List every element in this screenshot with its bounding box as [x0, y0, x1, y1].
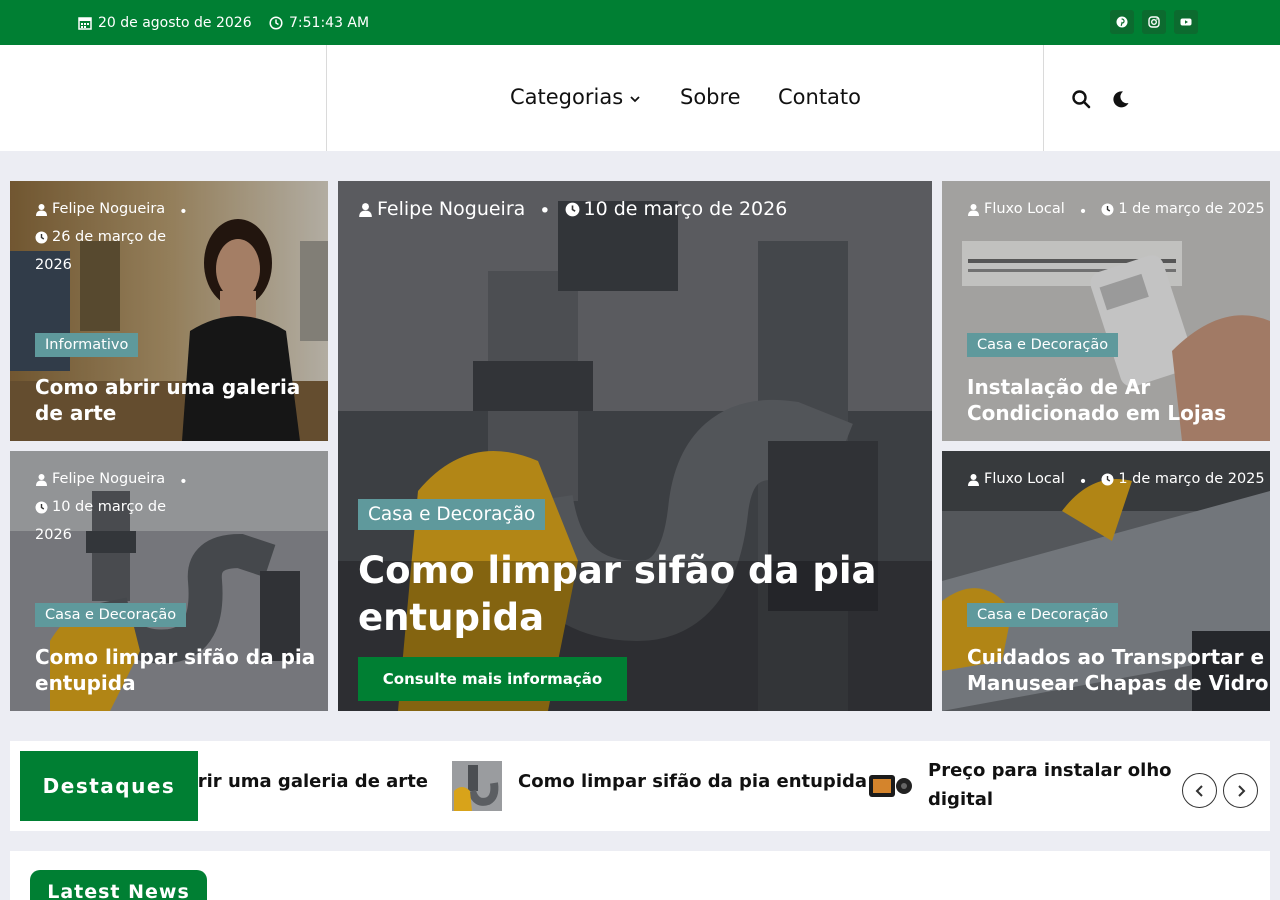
- youtube-icon: [1180, 18, 1192, 26]
- user-icon: [36, 474, 47, 486]
- category-badge[interactable]: Casa e Decoração: [967, 333, 1119, 357]
- post-card[interactable]: Felipe Nogueira • 10 de março de 2026 Casa …: [10, 451, 328, 711]
- clock-icon: [565, 202, 579, 217]
- category-badge[interactable]: Casa e Decoração: [358, 499, 546, 530]
- highlights-ticker: Destaques Como abrir uma galeria de arte…: [10, 741, 1270, 831]
- chevron-down-icon: [630, 95, 640, 102]
- ticker-thumbnail[interactable]: [452, 761, 502, 811]
- moon-icon[interactable]: [1111, 89, 1131, 109]
- post-meta: Felipe Nogueira • 10 de março de 2026: [358, 197, 787, 224]
- latest-news-heading: Latest News: [30, 870, 207, 900]
- post-date: 10 de março de 2026: [583, 198, 788, 220]
- pinterest-link[interactable]: [1110, 10, 1134, 34]
- post-date: 26 de março de: [52, 229, 167, 245]
- nav-sobre[interactable]: Sobre: [680, 85, 741, 109]
- nav-categorias[interactable]: Categorias: [510, 85, 641, 109]
- post-card[interactable]: Felipe Nogueira • 26 de março de 2026 Infor…: [10, 181, 328, 441]
- user-icon: [968, 204, 979, 216]
- user-icon: [968, 474, 979, 486]
- post-author[interactable]: Felipe Nogueira: [52, 467, 165, 492]
- featured-post-card[interactable]: Felipe Nogueira • 10 de março de 2026 Casa…: [338, 181, 932, 711]
- post-author[interactable]: Fluxo Local: [984, 467, 1065, 492]
- nav-contato[interactable]: Contato: [778, 85, 861, 109]
- read-more-button[interactable]: Consulte mais informação: [358, 657, 627, 701]
- youtube-link[interactable]: [1174, 10, 1198, 34]
- top-bar: 20 de agosto de 2026 7:51:43 AM: [0, 0, 1280, 45]
- chevron-right-icon: [1237, 784, 1245, 797]
- latest-news-section: Latest News: [10, 851, 1270, 900]
- post-title[interactable]: Como abrir uma galeria de arte: [35, 374, 300, 426]
- post-title[interactable]: Instalação de Ar Condicionado em Lojas: [967, 374, 1226, 426]
- ticker-next-button[interactable]: [1223, 773, 1258, 808]
- post-card[interactable]: Fluxo Local • 1 de março de 2025 Casa e De…: [942, 451, 1270, 711]
- post-author[interactable]: Felipe Nogueira: [377, 197, 525, 222]
- pinterest-icon: [1116, 16, 1128, 28]
- header-divider: [326, 45, 327, 151]
- clock-icon: [269, 16, 283, 30]
- post-title[interactable]: Cuidados ao Transportar e Manusear Chapas…: [967, 644, 1269, 696]
- user-icon: [36, 204, 47, 216]
- clock-icon: [1101, 473, 1114, 486]
- category-badge[interactable]: Casa e Decoração: [967, 603, 1119, 627]
- post-author[interactable]: Fluxo Local: [984, 197, 1065, 222]
- instagram-link[interactable]: [1142, 10, 1166, 34]
- chevron-left-icon: [1195, 784, 1203, 797]
- nav-sobre-label: Sobre: [680, 85, 741, 109]
- ticker-item[interactable]: Preço para instalar olho mágicodigital: [928, 756, 1176, 814]
- social-links: [1110, 10, 1198, 34]
- post-card[interactable]: Fluxo Local • 1 de março de 2025 Casa e De…: [942, 181, 1270, 441]
- instagram-icon: [1148, 16, 1160, 28]
- category-badge[interactable]: Informativo: [35, 333, 139, 357]
- ticker-prev-button[interactable]: [1182, 773, 1217, 808]
- user-icon: [359, 203, 372, 217]
- post-date-year: 2026: [35, 257, 72, 273]
- header-divider: [1043, 45, 1044, 151]
- calendar-icon: [78, 17, 92, 30]
- ticker-item[interactable]: Como limpar sifão da pia entupida: [518, 771, 867, 792]
- ticker-item[interactable]: Como abrir uma galeria de arte: [198, 771, 428, 792]
- post-date: 1 de março de 2025: [1118, 201, 1265, 217]
- category-badge[interactable]: Casa e Decoração: [35, 603, 187, 627]
- clock-icon: [35, 501, 48, 514]
- clock-icon: [35, 231, 48, 244]
- post-meta: Fluxo Local • 1 de março de 2025: [967, 467, 1265, 495]
- ticker-track: Como abrir uma galeria de arte Como limp…: [198, 741, 1176, 831]
- post-title[interactable]: Como limpar sifão da pia entupida: [358, 547, 876, 641]
- ticker-label: Destaques: [20, 751, 198, 821]
- post-author[interactable]: Felipe Nogueira: [52, 197, 165, 222]
- post-meta: Felipe Nogueira • 26 de março de 2026: [35, 197, 328, 278]
- post-date: 1 de março de 2025: [1118, 471, 1265, 487]
- date-text: 20 de agosto de 2026: [98, 15, 252, 31]
- current-date: 20 de agosto de 2026: [78, 15, 252, 31]
- nav-contato-label: Contato: [778, 85, 862, 109]
- post-title[interactable]: Como limpar sifão da pia entupida: [35, 644, 315, 696]
- nav-categorias-label: Categorias: [510, 85, 624, 109]
- post-date-year: 2026: [35, 527, 72, 543]
- time-text: 7:51:43 AM: [289, 15, 370, 31]
- site-header: Categorias Sobre Contato: [0, 45, 1280, 151]
- post-meta: Felipe Nogueira • 10 de março de 2026: [35, 467, 328, 548]
- post-meta: Fluxo Local • 1 de março de 2025: [967, 197, 1265, 225]
- post-date: 10 de março de: [52, 499, 167, 515]
- clock-icon: [1101, 203, 1114, 216]
- current-time: 7:51:43 AM: [269, 15, 369, 31]
- ticker-thumbnail[interactable]: [866, 761, 916, 811]
- search-icon[interactable]: [1071, 89, 1091, 109]
